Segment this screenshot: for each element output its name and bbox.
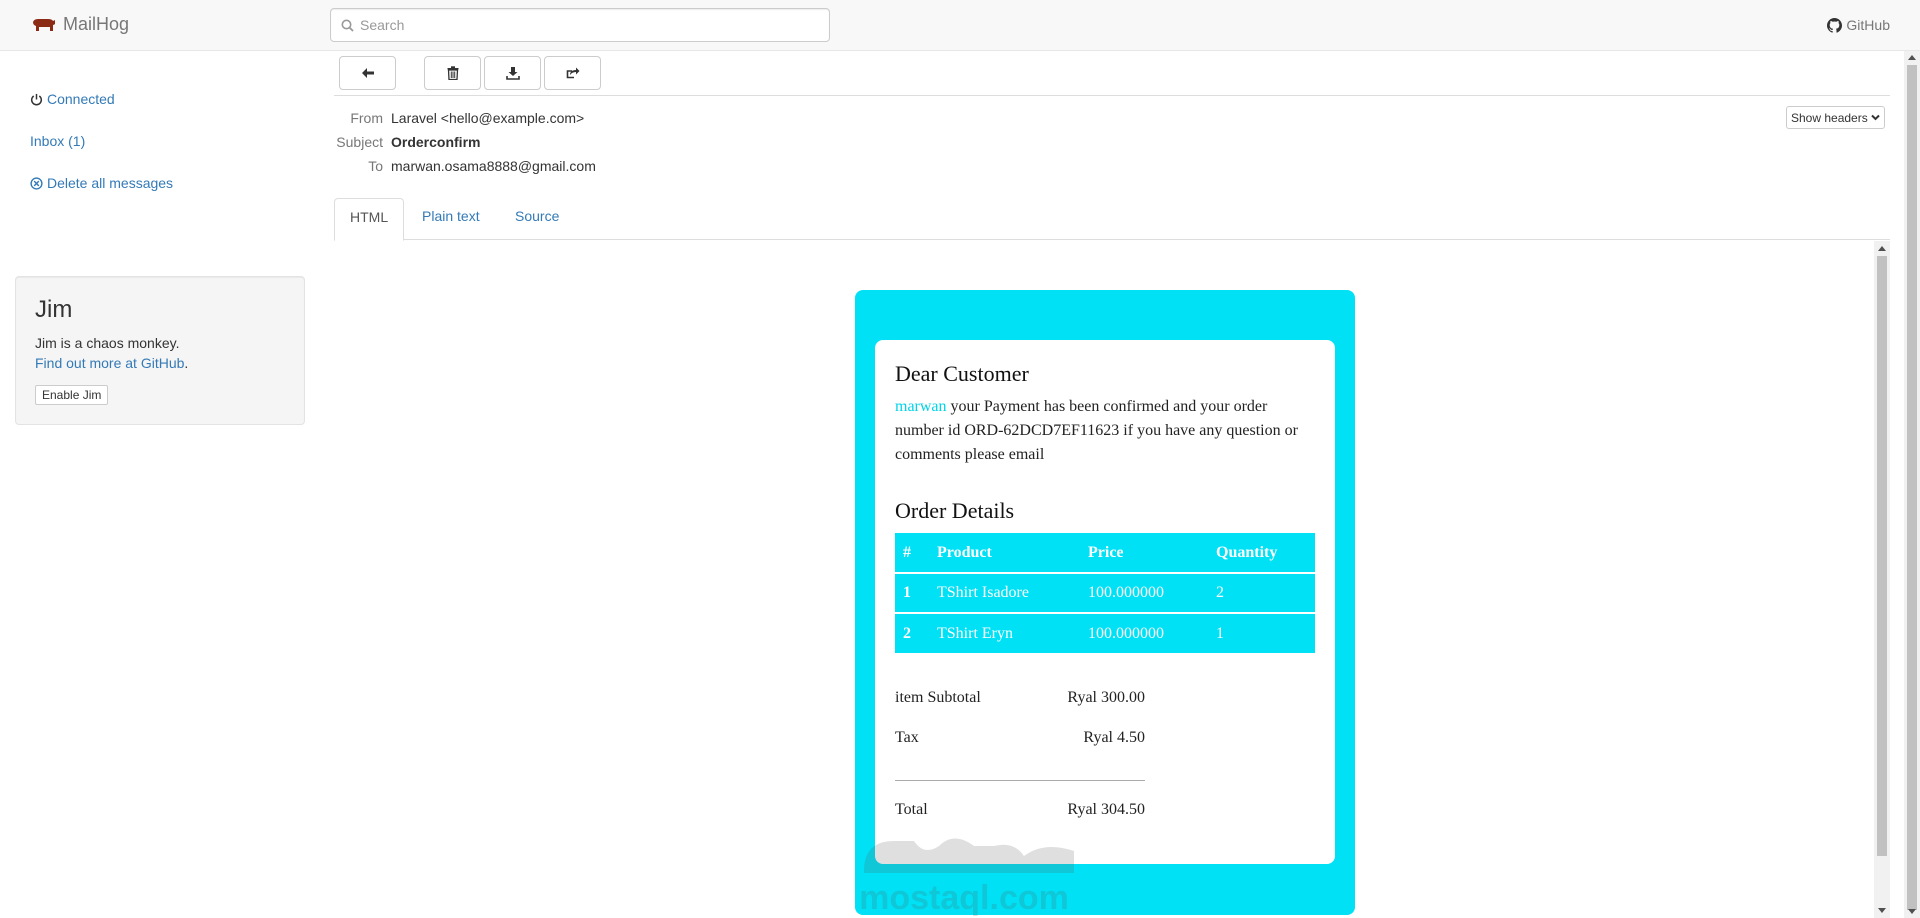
- col-index: #: [895, 533, 929, 574]
- brand-name: MailHog: [63, 14, 130, 34]
- subject-label: Subject: [336, 134, 383, 150]
- github-link[interactable]: GitHub: [1827, 17, 1890, 33]
- row-quantity: 1: [1216, 624, 1224, 642]
- jim-link-suffix: .: [184, 355, 189, 371]
- jim-description: Jim is a chaos monkey.: [35, 335, 180, 351]
- view-tabs: HTML Plain text Source: [334, 198, 1890, 241]
- from-row: From Laravel <hello@example.com>: [334, 110, 584, 126]
- order-table: # Product Price Quantity 1 TShirt Isador…: [895, 533, 1315, 653]
- enable-jim-button[interactable]: Enable Jim: [35, 385, 109, 405]
- to-row: To marwan.osama8888@gmail.com: [334, 158, 596, 174]
- from-value: Laravel <hello@example.com>: [391, 110, 585, 126]
- message-toolbar: [334, 51, 1890, 96]
- order-details-heading: Order Details: [895, 498, 1015, 523]
- totals-block: item Subtotal Ryal 300.00 Tax Ryal 4.50 …: [895, 678, 1145, 830]
- tax-value: Ryal 4.50: [1083, 729, 1145, 746]
- download-icon: [505, 67, 520, 80]
- back-button[interactable]: [339, 56, 396, 90]
- totals-divider: [895, 780, 1145, 781]
- delete-all-label: Delete all messages: [47, 175, 174, 191]
- pig-logo-icon: [33, 18, 55, 31]
- jim-panel: Jim Jim is a chaos monkey. Find out more…: [15, 276, 305, 425]
- tab-source[interactable]: Source: [500, 198, 574, 240]
- scroll-down-icon[interactable]: [1908, 909, 1916, 914]
- customer-name: marwan: [895, 398, 947, 415]
- row-index: 2: [903, 624, 911, 642]
- connected-status[interactable]: Connected: [30, 91, 115, 107]
- scroll-up-icon[interactable]: [1878, 246, 1886, 251]
- top-navbar: MailHog GitHub: [0, 0, 1920, 51]
- delete-button[interactable]: [424, 56, 481, 90]
- search-icon: [341, 19, 354, 32]
- connected-label: Connected: [47, 91, 115, 107]
- row-quantity: 2: [1208, 573, 1315, 614]
- row-price: 100.000000: [1088, 624, 1164, 642]
- intro-text: marwan your Payment has been confirmed a…: [895, 395, 1315, 467]
- github-label: GitHub: [1846, 17, 1890, 33]
- release-button[interactable]: [544, 56, 601, 90]
- row-index: 1: [895, 573, 929, 614]
- search-input[interactable]: [360, 17, 820, 33]
- subtotal-value: Ryal 300.00: [1067, 689, 1145, 706]
- total-row: Total Ryal 304.50: [895, 790, 1145, 830]
- col-product: Product: [929, 533, 1080, 574]
- download-button[interactable]: [484, 56, 541, 90]
- tax-label: Tax: [895, 729, 919, 746]
- email-outer-frame: Dear Customer marwan your Payment has be…: [855, 290, 1355, 915]
- trash-icon: [447, 66, 458, 80]
- jim-title: Jim: [35, 296, 73, 323]
- scroll-down-icon[interactable]: [1878, 908, 1886, 913]
- tab-html[interactable]: HTML: [334, 198, 405, 241]
- to-value: marwan.osama8888@gmail.com: [391, 158, 596, 174]
- arrow-left-icon: [361, 68, 374, 78]
- table-row: 1 TShirt Isadore 100.000000 2: [895, 573, 1315, 614]
- col-quantity: Quantity: [1208, 533, 1315, 574]
- subtotal-label: item Subtotal: [895, 689, 981, 706]
- subject-row: Subject Orderconfirm: [334, 134, 480, 150]
- tab-plain-text[interactable]: Plain text: [407, 198, 495, 240]
- inbox-link[interactable]: Inbox (1): [30, 133, 85, 149]
- to-label: To: [368, 158, 383, 174]
- inbox-label: Inbox (1): [30, 133, 86, 149]
- subtotal-row: item Subtotal Ryal 300.00: [895, 678, 1145, 718]
- subject-value: Orderconfirm: [391, 134, 481, 150]
- jim-github-link[interactable]: Find out more at GitHub: [35, 355, 184, 371]
- scrollbar-thumb[interactable]: [1907, 65, 1917, 910]
- remove-circle-icon: [30, 176, 43, 190]
- email-card: Dear Customer marwan your Payment has be…: [875, 340, 1335, 864]
- row-product: TShirt Isadore: [929, 573, 1080, 614]
- delete-all-link[interactable]: Delete all messages: [30, 175, 173, 191]
- email-preview: Dear Customer marwan your Payment has be…: [334, 241, 1890, 918]
- share-icon: [566, 67, 579, 79]
- row-price: 100.000000: [1080, 573, 1208, 614]
- greeting: Dear Customer: [895, 361, 1029, 386]
- show-headers-button[interactable]: Show headers: [1786, 106, 1885, 129]
- brand[interactable]: MailHog: [30, 14, 129, 35]
- scroll-up-icon[interactable]: [1908, 55, 1916, 60]
- power-icon: [30, 93, 43, 105]
- table-row: 2 TShirt Eryn 100.000000 1: [895, 613, 1315, 653]
- show-headers-label: Show headers: [1791, 110, 1868, 125]
- from-label: From: [350, 110, 383, 126]
- tax-row: Tax Ryal 4.50: [895, 718, 1145, 758]
- search-box[interactable]: [330, 8, 830, 42]
- github-icon: [1827, 17, 1843, 33]
- email-scrollbar[interactable]: [1874, 241, 1890, 918]
- total-value: Ryal 304.50: [1067, 801, 1145, 818]
- sidebar: Connected Inbox (1) Delete all messages …: [0, 51, 320, 918]
- chevron-down-icon: [1871, 114, 1880, 121]
- row-product: TShirt Eryn: [937, 624, 1013, 642]
- intro-message: your Payment has been confirmed and your…: [895, 398, 1298, 463]
- page-scrollbar[interactable]: [1904, 51, 1920, 918]
- col-price: Price: [1080, 533, 1208, 574]
- total-label: Total: [895, 801, 928, 818]
- scrollbar-thumb[interactable]: [1877, 256, 1887, 856]
